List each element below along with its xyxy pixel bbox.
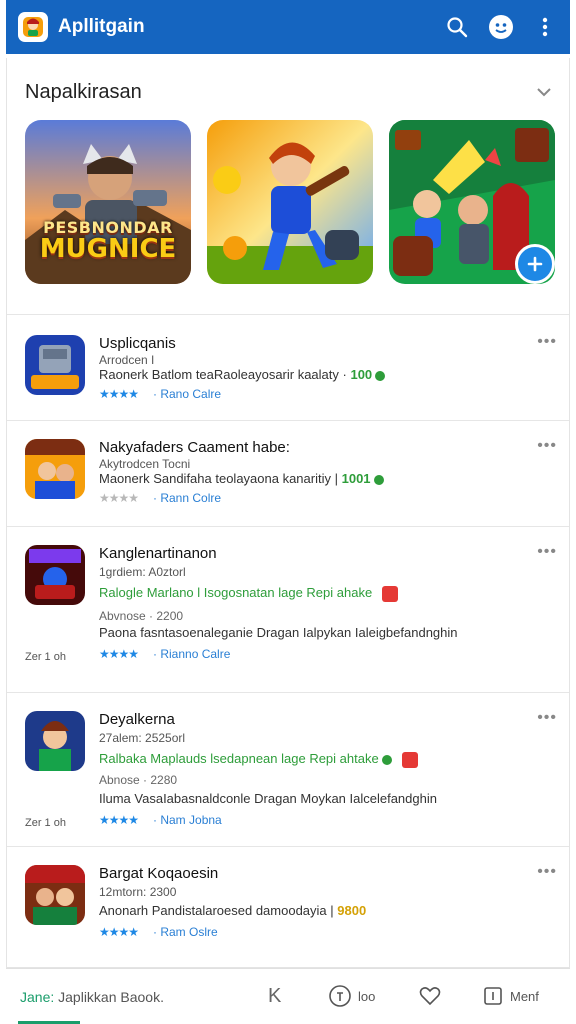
app-name: Deyalkerna (99, 711, 175, 728)
more-options-icon[interactable]: ••• (537, 333, 557, 351)
timer-icon (329, 985, 351, 1007)
bottom-nav-favorites[interactable] (418, 981, 442, 1011)
list-item[interactable]: Kanglenartinanon 1grdiem: A0ztorl Ralogl… (7, 526, 569, 692)
download-count: 9800 (337, 903, 367, 918)
k-icon: K (268, 984, 282, 1007)
list-item[interactable]: Nakyafaders Caament habe: Akytrodcen Toc… (7, 420, 569, 526)
app-icon (25, 439, 85, 499)
app-description: Raonerk Batlom teaRaoleayosarir kaalaty … (99, 367, 386, 382)
app-description: Iluma VasaIabasnaldconle Dragan Moykan I… (99, 791, 437, 806)
menu-label: Menf (510, 988, 539, 1004)
app-description: Paona fasntasoenaleganie Dragan Ialpykan… (99, 625, 458, 640)
app-icon (25, 545, 85, 605)
app-logo-icon (18, 12, 48, 42)
banner-card[interactable] (389, 120, 555, 284)
more-options-icon[interactable]: ••• (537, 437, 557, 455)
developer-name: · Rianno Calre (153, 647, 231, 661)
search-icon[interactable] (444, 14, 470, 40)
app-size: Zer 1 oh (25, 651, 66, 663)
app-icon (25, 711, 85, 771)
app-subtitle: 12mtorn: 2300 (99, 885, 177, 899)
app-name: Usplicqanis (99, 335, 176, 352)
app-meta: Abnose · 2280 (99, 773, 178, 787)
app-bar: Apllitgain (6, 0, 570, 54)
app-subtitle: Akytrodcen Tocni (99, 457, 191, 471)
more-options-icon[interactable]: ••• (537, 863, 557, 881)
app-description: Anonarh Pandistalaroesed damoodayia | 98… (99, 903, 367, 918)
developer-name: · Nam Jobna (153, 813, 222, 827)
app-subtitle: 1grdiem: A0ztorl (99, 565, 186, 579)
bottom-nav-mid[interactable]: loo (328, 981, 375, 1011)
banner-title: PESBNONDAR MUGNICE (39, 218, 177, 264)
app-name: Bargat Koqaoesin (99, 865, 219, 882)
app-title: Apllitgain (58, 16, 145, 37)
rating-stars: ★★★★ (99, 925, 139, 939)
section-header: Napalkirasan (25, 78, 555, 106)
bottom-nav: Jane: Japlikkan Baook. K loo Menf (6, 968, 570, 1024)
app-meta: Abvnose · 2200 (99, 609, 184, 623)
avatar-icon[interactable] (488, 14, 514, 40)
add-button[interactable] (515, 244, 555, 284)
app-name: Nakyafaders Caament habe: (99, 439, 290, 456)
rating-stars: ★★★★ (99, 387, 139, 401)
content-card: Napalkirasan PESBNONDAR MUGNICE Usplicqa… (6, 58, 570, 968)
more-options-icon[interactable]: ••• (537, 543, 557, 561)
banner-card[interactable]: PESBNONDAR MUGNICE (25, 120, 191, 284)
bottom-nav-menu[interactable]: Menf (482, 981, 539, 1011)
list-item[interactable]: Usplicqanis Arrodcen I Raonerk Batlom te… (7, 314, 569, 420)
heart-icon (419, 987, 441, 1006)
app-subtitle: 27alem: 2525orl (99, 731, 186, 745)
download-count: 100 (350, 367, 373, 382)
developer-name: · Rann Colre (153, 491, 222, 505)
tag-icon (401, 751, 418, 768)
rating-stars: ★★★★ (99, 491, 139, 505)
app-size: Zer 1 oh (25, 817, 66, 829)
list-item[interactable]: Deyalkerna 27alem: 2525orl Ralbaka Mapla… (7, 692, 569, 846)
overflow-menu-icon[interactable] (532, 14, 558, 40)
menu-icon (484, 987, 502, 1005)
rating-stars: ★★★★ (99, 813, 139, 827)
app-name: Kanglenartinanon (99, 545, 217, 562)
banner-card[interactable] (207, 120, 373, 284)
developer-name: · Rano Calre (153, 387, 222, 401)
tag-icon (382, 585, 399, 602)
featured-banners: PESBNONDAR MUGNICE (25, 120, 555, 284)
app-description: Maonerk Sandifaha teolayaona kanaritiy |… (99, 471, 384, 486)
app-icon (25, 335, 85, 395)
bottom-nav-k[interactable]: K (268, 981, 281, 1011)
chevron-down-icon[interactable] (533, 81, 555, 103)
rating-stars: ★★★★ (99, 647, 139, 661)
verified-icon (373, 474, 384, 485)
download-count: 1001 (341, 471, 371, 486)
app-list: Usplicqanis Arrodcen I Raonerk Batlom te… (7, 314, 569, 962)
bottom-nav-home[interactable]: Jane: Japlikkan Baook. (20, 989, 164, 1005)
app-icon (25, 865, 85, 925)
app-subtitle: Arrodcen I (99, 353, 155, 367)
more-options-icon[interactable]: ••• (537, 709, 557, 727)
mid-label: loo (358, 988, 376, 1004)
developer-name: · Ram Oslre (153, 925, 218, 939)
verified-icon (381, 754, 392, 765)
verified-icon (375, 370, 386, 381)
list-item[interactable]: Bargat Koqaoesin 12mtorn: 2300 Anonarh P… (7, 846, 569, 962)
app-highlight: Ralogle Marlano l Isogosnatan lage Repi … (99, 585, 399, 602)
section-title: Napalkirasan (25, 80, 142, 103)
app-highlight: Ralbaka Maplauds lsedapnean lage Repi ah… (99, 751, 418, 768)
